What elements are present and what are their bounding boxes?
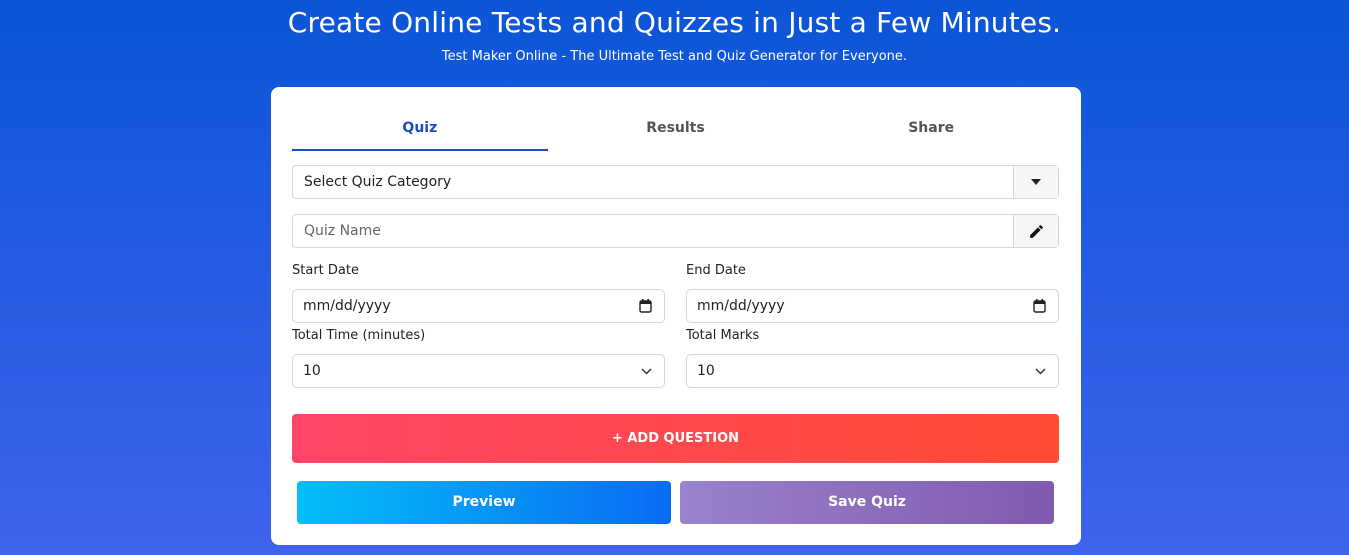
preview-button[interactable]: Preview bbox=[297, 481, 671, 524]
quiz-category-value: Select Quiz Category bbox=[304, 174, 452, 190]
total-marks-value: 10 bbox=[697, 363, 715, 379]
quiz-card: Quiz Results Share Select Quiz Category … bbox=[271, 87, 1081, 545]
page-subtitle: Test Maker Online - The Ultimate Test an… bbox=[441, 49, 908, 64]
quiz-category-select[interactable]: Select Quiz Category bbox=[292, 165, 1059, 199]
caret-down-icon bbox=[1031, 179, 1041, 185]
tab-quiz[interactable]: Quiz bbox=[292, 107, 548, 151]
calendar-icon[interactable] bbox=[1033, 299, 1046, 313]
hero: Create Online Tests and Quizzes in Just … bbox=[0, 0, 1349, 67]
quiz-name-input[interactable] bbox=[293, 215, 1013, 247]
total-marks-select[interactable]: 10 bbox=[686, 354, 1059, 388]
pencil-icon bbox=[1029, 224, 1043, 238]
start-date-label: Start Date bbox=[292, 263, 359, 278]
start-date-value: mm/dd/yyyy bbox=[303, 298, 391, 314]
chevron-down-icon bbox=[641, 367, 652, 375]
end-date-input[interactable]: mm/dd/yyyy bbox=[686, 289, 1059, 323]
quiz-name-edit-button[interactable] bbox=[1013, 215, 1058, 247]
end-date-value: mm/dd/yyyy bbox=[697, 298, 785, 314]
tab-share[interactable]: Share bbox=[803, 107, 1059, 151]
page-title: Create Online Tests and Quizzes in Just … bbox=[287, 6, 1062, 39]
start-date-input[interactable]: mm/dd/yyyy bbox=[292, 289, 665, 323]
total-time-label: Total Time (minutes) bbox=[292, 328, 426, 343]
save-quiz-button[interactable]: Save Quiz bbox=[680, 481, 1054, 524]
tab-results[interactable]: Results bbox=[548, 107, 804, 151]
quiz-category-dropdown-button[interactable] bbox=[1013, 166, 1058, 198]
tab-bar: Quiz Results Share bbox=[292, 107, 1059, 151]
end-date-label: End Date bbox=[686, 263, 746, 278]
total-time-value: 10 bbox=[303, 363, 321, 379]
total-marks-label: Total Marks bbox=[686, 328, 760, 343]
add-question-button[interactable]: + ADD QUESTION bbox=[292, 414, 1059, 463]
quiz-name-group bbox=[292, 214, 1059, 248]
calendar-icon[interactable] bbox=[639, 299, 652, 313]
chevron-down-icon bbox=[1035, 367, 1046, 375]
total-time-select[interactable]: 10 bbox=[292, 354, 665, 388]
